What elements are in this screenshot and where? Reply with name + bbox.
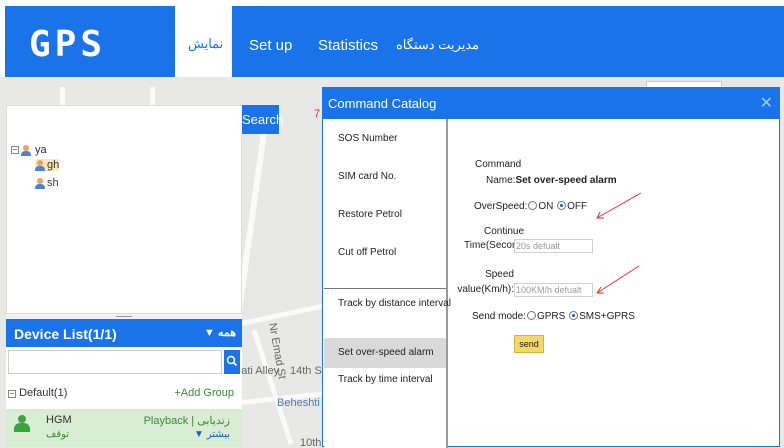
close-icon[interactable]: ✕	[760, 93, 773, 113]
command-label: Command	[475, 159, 522, 170]
search-icon	[226, 355, 238, 367]
send-mode-row: Send mode: GPRS SMS+GPRS	[472, 311, 635, 322]
command-track-distance[interactable]: Track by distance interval	[324, 289, 451, 319]
tab-setup[interactable]: Set up	[249, 37, 292, 54]
map-label: 14th St	[290, 365, 325, 377]
speed-label-1: Speed	[485, 269, 514, 280]
annotation-arrowhead	[596, 211, 604, 219]
command-sos-number[interactable]: SOS Number	[324, 124, 446, 154]
group-icon	[21, 144, 33, 156]
command-cut-off-petrol[interactable]: Cut off Petrol	[324, 238, 446, 268]
send-mode-label: Send mode:	[472, 311, 526, 322]
tab-statistics[interactable]: Statistics	[318, 37, 378, 54]
mode-sms-gprs-label: SMS+GPRS	[579, 311, 635, 322]
top-bar: GPS نمایش Set up Statistics مدیریت دستگا…	[0, 0, 784, 77]
dialog-title: Command Catalog	[328, 96, 437, 111]
command-catalog-dialog: Command Catalog ✕ SOS Number SIM card No…	[322, 87, 780, 448]
command-form: Command Name:Set over-speed alarm OverSp…	[451, 119, 779, 448]
tree-search-button[interactable]: Search	[242, 105, 283, 134]
map-label: 7	[314, 108, 321, 120]
tab-display-label: نمایش	[188, 36, 224, 51]
device-status: توقف	[46, 429, 70, 440]
device-list-body: − Default(1) +Add Group HGM توقف Playbac…	[6, 347, 242, 447]
mode-sms-gprs-radio[interactable]	[569, 311, 579, 320]
user-icon	[35, 177, 45, 189]
overspeed-off-radio[interactable]	[557, 201, 567, 210]
command-track-time[interactable]: Track by time interval	[324, 365, 446, 395]
command-list: SOS Number SIM card No. Restore Petrol C…	[324, 119, 451, 448]
annotation-arrow	[596, 192, 642, 219]
command-name-row: Name:Set over-speed alarm	[486, 175, 617, 186]
device-row[interactable]: HGM توقف Playback | زندیابی ▼ بیشتر	[6, 409, 242, 447]
continue-time-input[interactable]: 20s defualt	[514, 239, 593, 253]
continue-label-1: Continue	[484, 226, 525, 237]
overspeed-row: OverSpeed: ON OFF	[474, 201, 587, 212]
add-group-link[interactable]: +Add Group	[174, 387, 234, 399]
collapse-icon[interactable]: −	[8, 390, 16, 398]
tree-node-label: sh	[47, 177, 59, 189]
command-name-label: Name:	[486, 175, 516, 186]
annotation-arrow	[596, 265, 640, 294]
mode-gprs-radio[interactable]	[526, 311, 536, 320]
dialog-header: Command Catalog ✕	[323, 88, 779, 119]
device-actions[interactable]: Playback | زندیابی	[144, 414, 230, 427]
speed-label-2: value(Km/h):	[457, 284, 514, 295]
collapse-icon[interactable]: −	[11, 146, 19, 154]
tree-node-label: gh	[47, 159, 60, 171]
overspeed-on-label: ON	[538, 201, 554, 212]
device-list-title: Device List(1/1)	[14, 326, 117, 342]
device-user-icon	[14, 415, 30, 433]
device-list-header: Device List(1/1) ▼ همه	[6, 319, 242, 347]
command-over-speed-alarm[interactable]: Set over-speed alarm	[324, 338, 446, 368]
overspeed-label: OverSpeed:	[474, 201, 528, 212]
splitter-grip	[116, 316, 132, 317]
command-sim-card[interactable]: SIM card No.	[324, 162, 446, 192]
command-name-value: Set over-speed alarm	[515, 175, 617, 186]
tree-node-label: ya	[35, 144, 47, 156]
continue-label-2: Time(Second):	[464, 240, 530, 251]
device-search-button[interactable]	[224, 350, 240, 374]
speed-value-input[interactable]: 100KM/h defualt	[514, 283, 593, 297]
device-name: HGM	[46, 414, 72, 426]
mode-gprs-label: GPRS	[536, 311, 566, 322]
tab-device-management[interactable]: مدیریت دستگاه	[396, 37, 479, 53]
logo-block: GPS	[5, 6, 175, 77]
app-logo: GPS	[29, 24, 107, 65]
tree-node-sh[interactable]: sh	[35, 177, 59, 189]
device-tree-panel: − ya gh sh	[6, 105, 243, 315]
annotation-arrowhead	[596, 286, 604, 294]
device-search-input[interactable]	[8, 350, 222, 374]
send-button[interactable]: send	[514, 335, 544, 353]
overspeed-off-label: OFF	[567, 201, 588, 212]
overspeed-on-radio[interactable]	[528, 201, 538, 210]
tab-display[interactable]: نمایش	[176, 6, 232, 77]
command-restore-petrol[interactable]: Restore Petrol	[324, 200, 446, 230]
group-default[interactable]: − Default(1)	[8, 387, 67, 399]
device-more-button[interactable]: ▼ بیشتر	[194, 429, 230, 440]
device-filter-dropdown[interactable]: ▼ همه	[204, 326, 236, 339]
user-icon	[35, 159, 45, 171]
main-nav: Set up Statistics مدیریت دستگاه	[232, 6, 784, 77]
tree-search-input[interactable]	[7, 106, 243, 133]
tree-node-gh[interactable]: gh	[35, 159, 60, 171]
group-label: Default(1)	[19, 387, 68, 399]
tree-node-root[interactable]: − ya	[11, 144, 47, 156]
